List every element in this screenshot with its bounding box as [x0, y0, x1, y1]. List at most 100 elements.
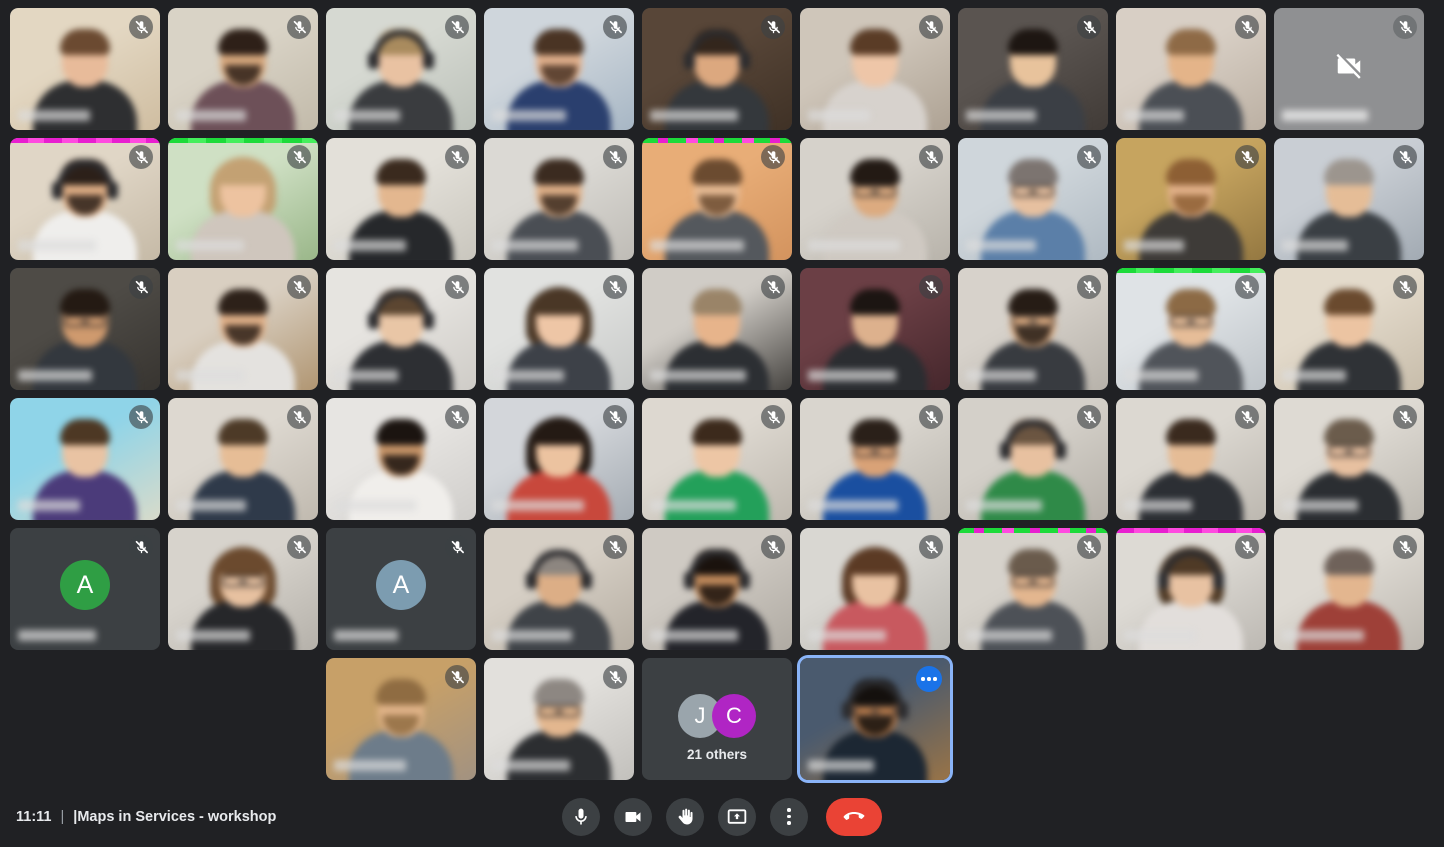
- tile-more-options-icon[interactable]: [916, 666, 942, 692]
- participant-tile[interactable]: [484, 8, 634, 130]
- participant-name-label: [1282, 370, 1346, 381]
- participant-tile[interactable]: [1116, 398, 1266, 520]
- participant-tile[interactable]: [958, 268, 1108, 390]
- participant-tile-self-active[interactable]: [800, 658, 950, 780]
- screen-share-indicator-strip: [168, 138, 318, 143]
- participant-tile[interactable]: [168, 138, 318, 260]
- camera-off-icon: [1334, 51, 1364, 81]
- participant-tile[interactable]: [484, 268, 634, 390]
- participant-name-label: [1124, 630, 1196, 641]
- participant-name-label: [808, 240, 900, 251]
- participant-name-label: [334, 110, 400, 121]
- participant-tile[interactable]: [642, 268, 792, 390]
- present-screen-button[interactable]: [718, 797, 756, 836]
- mic-off-icon: [1393, 275, 1417, 299]
- participant-tile[interactable]: [10, 398, 160, 520]
- participant-name-label: [1124, 110, 1184, 121]
- mic-off-icon: [445, 405, 469, 429]
- participant-tile[interactable]: [1116, 268, 1266, 390]
- participant-tile[interactable]: [800, 138, 950, 260]
- participant-name-label: [18, 630, 96, 641]
- participant-name-label: [1282, 500, 1358, 511]
- participant-tile[interactable]: [10, 138, 160, 260]
- participant-tile[interactable]: [1116, 138, 1266, 260]
- participant-tile[interactable]: [1274, 398, 1424, 520]
- participant-tile[interactable]: [958, 8, 1108, 130]
- mic-off-icon: [445, 275, 469, 299]
- participant-name-label: [334, 630, 398, 641]
- mic-off-icon: [1077, 145, 1101, 169]
- mic-off-icon: [603, 665, 627, 689]
- participant-tile[interactable]: [642, 8, 792, 130]
- participant-tile[interactable]: [168, 528, 318, 650]
- avatar: A: [60, 560, 110, 610]
- participant-tile[interactable]: [800, 8, 950, 130]
- video-call-app: A A J C 21 others 11:11 | |Maps in Services …: [0, 0, 1444, 847]
- participant-name-label: [966, 370, 1036, 381]
- participant-tile[interactable]: [326, 138, 476, 260]
- camera-button[interactable]: [614, 797, 652, 836]
- overflow-avatar-stack: JC: [678, 694, 756, 738]
- participant-tile[interactable]: [642, 528, 792, 650]
- participant-name-label: [334, 760, 406, 771]
- participant-tile[interactable]: [958, 528, 1108, 650]
- mic-off-icon: [129, 145, 153, 169]
- mic-off-icon: [445, 535, 469, 559]
- participant-tile[interactable]: [484, 138, 634, 260]
- participant-tile[interactable]: [800, 528, 950, 650]
- mic-off-icon: [1235, 275, 1259, 299]
- participant-tile[interactable]: [1274, 268, 1424, 390]
- participant-name-label: [966, 630, 1052, 641]
- participant-tile-avatar[interactable]: A: [326, 528, 476, 650]
- mic-off-icon: [287, 405, 311, 429]
- screen-share-indicator-strip: [958, 528, 1108, 533]
- participant-name-label: [808, 630, 886, 641]
- participant-tile[interactable]: [484, 398, 634, 520]
- mic-off-icon: [445, 665, 469, 689]
- overflow-participants-tile[interactable]: J C 21 others: [642, 658, 792, 780]
- participant-tile[interactable]: [958, 398, 1108, 520]
- participant-tile[interactable]: [1274, 138, 1424, 260]
- participant-tile[interactable]: [484, 528, 634, 650]
- participant-tile-camera-off[interactable]: [1274, 8, 1424, 130]
- meeting-info: 11:11 | |Maps in Services - workshop: [16, 809, 276, 825]
- participant-name-label: [966, 110, 1036, 121]
- participant-tile-avatar[interactable]: A: [10, 528, 160, 650]
- participant-tile[interactable]: [168, 398, 318, 520]
- screen-share-indicator-strip: [1116, 528, 1266, 533]
- participant-tile[interactable]: [10, 268, 160, 390]
- participant-name-label: [1124, 500, 1192, 511]
- mic-off-icon: [919, 275, 943, 299]
- mic-off-icon: [1393, 145, 1417, 169]
- participant-name-label: [966, 500, 1042, 511]
- mic-off-icon: [1077, 535, 1101, 559]
- participant-tile[interactable]: [484, 658, 634, 780]
- participant-tile[interactable]: [168, 268, 318, 390]
- raise-hand-button[interactable]: [666, 797, 704, 836]
- mic-off-icon: [919, 405, 943, 429]
- participant-tile[interactable]: [642, 398, 792, 520]
- participant-tile[interactable]: [800, 398, 950, 520]
- participant-tile[interactable]: [1116, 8, 1266, 130]
- participant-name-label: [808, 760, 874, 771]
- leave-call-button[interactable]: [826, 797, 882, 836]
- participant-tile[interactable]: [10, 8, 160, 130]
- microphone-button[interactable]: [562, 797, 600, 836]
- participant-tile[interactable]: [642, 138, 792, 260]
- participant-tile[interactable]: [326, 268, 476, 390]
- mic-off-icon: [919, 15, 943, 39]
- participant-name-label: [176, 110, 246, 121]
- participant-tile[interactable]: [326, 8, 476, 130]
- screen-share-indicator-strip: [10, 138, 160, 143]
- more-options-button[interactable]: [770, 797, 808, 836]
- participant-tile[interactable]: [1274, 528, 1424, 650]
- participant-tile[interactable]: [958, 138, 1108, 260]
- mic-off-icon: [287, 535, 311, 559]
- participant-name-label: [176, 370, 244, 381]
- participant-tile[interactable]: [168, 8, 318, 130]
- mic-off-icon: [761, 275, 785, 299]
- participant-tile[interactable]: [1116, 528, 1266, 650]
- participant-tile[interactable]: [326, 398, 476, 520]
- participant-tile[interactable]: [800, 268, 950, 390]
- participant-tile[interactable]: [326, 658, 476, 780]
